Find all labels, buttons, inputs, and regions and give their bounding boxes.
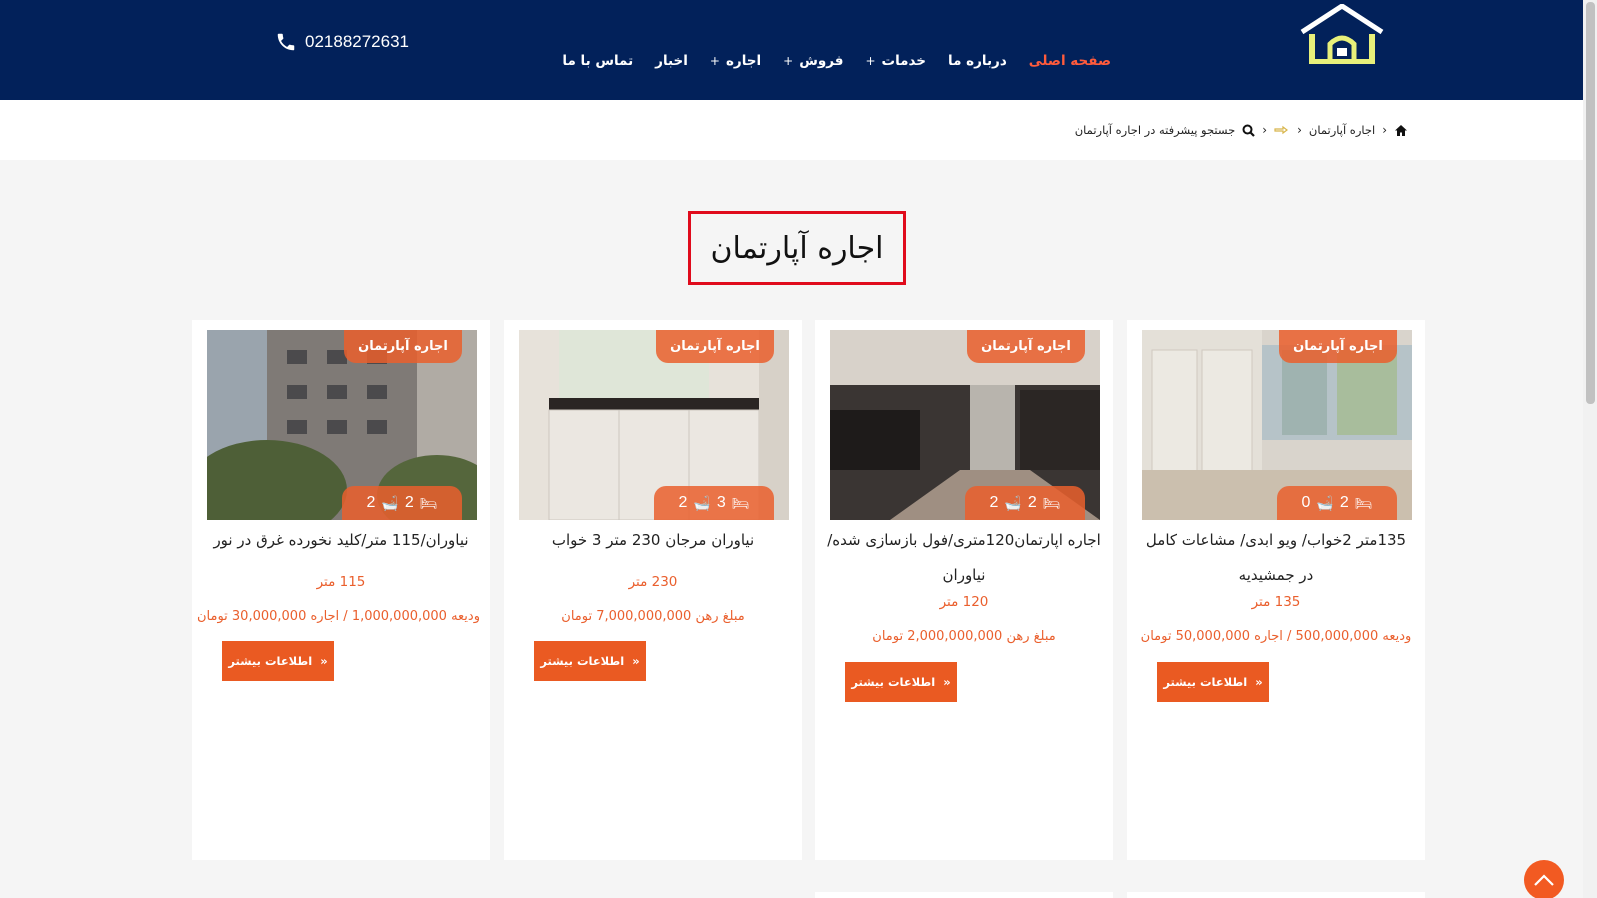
listing-title[interactable]: نیاوران مرجان 230 متر 3 خواب xyxy=(514,523,792,558)
double-chevron-icon: « xyxy=(632,654,640,668)
logo[interactable] xyxy=(1300,4,1384,64)
nav-label: خدمات xyxy=(881,53,927,69)
breadcrumb: › اجاره آپارتمان › › جستجو پیشرفته در اج… xyxy=(1075,120,1408,140)
breadcrumb-bar: › اجاره آپارتمان › › جستجو پیشرفته در اج… xyxy=(0,100,1583,160)
listing-image[interactable]: اجاره آپارتمان 2 🛁 3 🛏 xyxy=(519,330,789,520)
category-tag: اجاره آپارتمان xyxy=(1279,330,1397,363)
listing-price: ودیعه 500,000,000 / اجاره 50,000,000 توم… xyxy=(1140,629,1412,644)
button-label: اطلاعات بیشتر xyxy=(1163,675,1248,689)
listing-card: اجاره آپارتمان 2 🛁 2 🛏 اجاره اپارتمان120… xyxy=(815,320,1113,860)
listing-card xyxy=(1127,892,1425,898)
bed-icon: 🛏 xyxy=(419,494,438,511)
listing-area: 120 متر xyxy=(939,594,989,610)
breadcrumb-category[interactable]: اجاره آپارتمان xyxy=(1309,123,1375,137)
listing-image[interactable]: اجاره آپارتمان 2 🛁 2 🛏 xyxy=(207,330,477,520)
listing-card: اجاره آپارتمان 0 🛁 2 🛏 135متر 2خواب/ ویو… xyxy=(1127,320,1425,860)
double-chevron-icon: « xyxy=(1255,675,1263,689)
breadcrumb-separator: › xyxy=(1382,123,1387,137)
room-specs: 2 🛁 2 🛏 xyxy=(965,486,1085,520)
bed-icon: 🛏 xyxy=(1042,494,1061,511)
room-specs: 2 🛁 2 🛏 xyxy=(342,486,462,520)
room-specs: 0 🛁 2 🛏 xyxy=(1277,486,1397,520)
more-info-button[interactable]: « اطلاعات بیشتر xyxy=(534,641,646,681)
listing-title[interactable]: نیاوران/115 متر/کلید نخورده غرق در نور xyxy=(202,523,480,558)
more-info-button[interactable]: « اطلاعات بیشتر xyxy=(222,641,334,681)
bath-icon: 🛁 xyxy=(1316,494,1334,511)
bed-icon: 🛏 xyxy=(731,494,750,511)
phone-icon xyxy=(277,33,295,51)
category-tag: اجاره آپارتمان xyxy=(967,330,1085,363)
listing-card: اجاره آپارتمان 2 🛁 2 🛏 نیاوران/115 متر/ک… xyxy=(192,320,490,860)
nav-contact[interactable]: تماس با ما xyxy=(562,53,633,69)
phone-contact[interactable]: 02188272631 xyxy=(275,30,409,54)
listing-area: 230 متر xyxy=(628,574,678,590)
nav-label: فروش xyxy=(799,53,844,69)
breadcrumb-separator: › xyxy=(1297,123,1302,137)
bedroom-count: 3 xyxy=(716,494,726,511)
bath-icon: 🛁 xyxy=(1004,494,1022,511)
bathroom-count: 2 xyxy=(989,494,999,511)
bedroom-count: 2 xyxy=(1027,494,1037,511)
listing-card xyxy=(815,892,1113,898)
listing-image[interactable]: اجاره آپارتمان 2 🛁 2 🛏 xyxy=(830,330,1100,520)
nav-home[interactable]: صفحه اصلی xyxy=(1029,53,1111,69)
listing-price: مبلغ رهن 7,000,000,000 تومان xyxy=(561,609,745,624)
button-label: اطلاعات بیشتر xyxy=(540,654,625,668)
scrollbar[interactable] xyxy=(1583,0,1597,898)
more-info-button[interactable]: « اطلاعات بیشتر xyxy=(1157,662,1269,702)
listing-area: 135 متر xyxy=(1251,594,1301,610)
search-icon xyxy=(1242,124,1256,137)
nav-label: تماس با ما xyxy=(562,53,634,69)
more-info-button[interactable]: « اطلاعات بیشتر xyxy=(845,662,957,702)
nav-label: اخبار xyxy=(655,53,688,69)
bathroom-count: 2 xyxy=(678,494,688,511)
plus-icon: + xyxy=(709,54,720,68)
page-title: اجاره آپارتمان xyxy=(710,230,884,266)
nav-label: اجاره xyxy=(725,53,762,69)
hand-pointer-icon xyxy=(1274,125,1289,135)
chevron-up-icon xyxy=(1534,874,1554,886)
bathroom-count: 2 xyxy=(366,494,376,511)
breadcrumb-separator: › xyxy=(1262,123,1268,137)
page-title-box: اجاره آپارتمان xyxy=(688,211,906,285)
category-tag: اجاره آپارتمان xyxy=(656,330,774,363)
button-label: اطلاعات بیشتر xyxy=(851,675,936,689)
main-nav: صفحه اصلی درباره ما خدمات + فروش + اجاره + … xyxy=(562,50,1111,72)
phone-number: 02188272631 xyxy=(305,32,410,51)
nav-news[interactable]: اخبار xyxy=(655,53,688,69)
button-label: اطلاعات بیشتر xyxy=(228,654,313,668)
listing-price: ودیعه 1,000,000,000 / اجاره 30,000,000 ت… xyxy=(196,609,480,624)
site-header: 02188272631 صفحه اصلی درباره ما خدمات + ف… xyxy=(0,0,1583,100)
bedroom-count: 2 xyxy=(404,494,414,511)
plus-icon: + xyxy=(865,54,876,68)
bed-icon: 🛏 xyxy=(1354,494,1373,511)
nav-about[interactable]: درباره ما xyxy=(948,53,1007,69)
category-tag: اجاره آپارتمان xyxy=(344,330,462,363)
scrollbar-thumb[interactable] xyxy=(1586,2,1595,404)
nav-services[interactable]: خدمات + xyxy=(865,53,926,69)
listing-title[interactable]: اجاره اپارتمان120متری/فول بازسازی شده/نی… xyxy=(825,523,1103,593)
room-specs: 2 🛁 3 🛏 xyxy=(654,486,774,520)
bedroom-count: 2 xyxy=(1339,494,1349,511)
scroll-to-top-button[interactable] xyxy=(1524,860,1564,898)
nav-label: درباره ما xyxy=(948,53,1007,69)
nav-rent[interactable]: اجاره + xyxy=(710,53,761,69)
bathroom-count: 0 xyxy=(1301,494,1311,511)
listing-price: مبلغ رهن 2,000,000,000 تومان xyxy=(872,629,1056,644)
bath-icon: 🛁 xyxy=(381,494,399,511)
bath-icon: 🛁 xyxy=(693,494,711,511)
listing-image[interactable]: اجاره آپارتمان 0 🛁 2 🛏 xyxy=(1142,330,1412,520)
listing-title[interactable]: 135متر 2خواب/ ویو ابدی/ مشاعات کامل در ج… xyxy=(1137,523,1415,593)
double-chevron-icon: « xyxy=(943,675,951,689)
nav-sale[interactable]: فروش + xyxy=(783,53,843,69)
double-chevron-icon: « xyxy=(320,654,328,668)
nav-label: صفحه اصلی xyxy=(1028,53,1111,69)
home-icon[interactable] xyxy=(1394,124,1408,137)
breadcrumb-current: جستجو پیشرفته در اجاره آپارتمان xyxy=(1074,123,1236,137)
listing-area: 115 متر xyxy=(316,574,366,590)
plus-icon: + xyxy=(783,54,794,68)
listing-card: اجاره آپارتمان 2 🛁 3 🛏 نیاوران مرجان 230… xyxy=(504,320,802,860)
